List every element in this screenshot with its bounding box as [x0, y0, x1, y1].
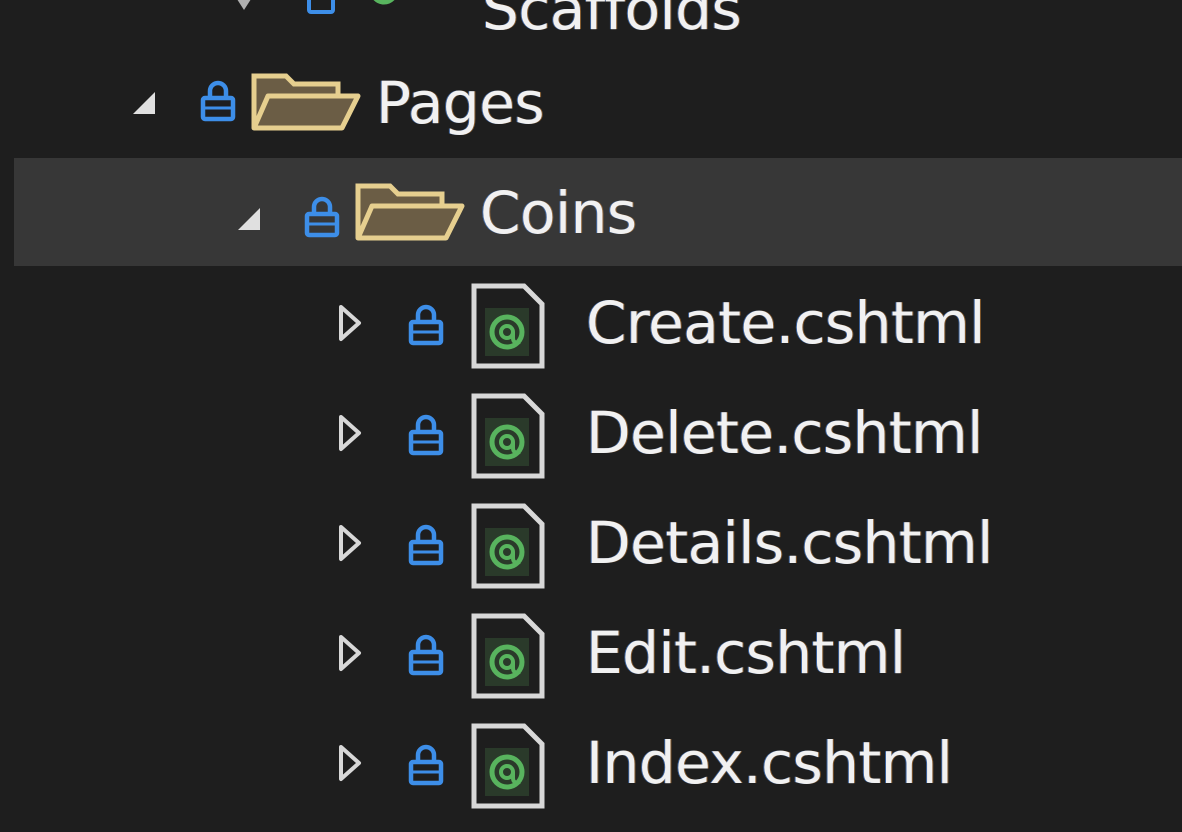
folder-open-icon: [354, 180, 466, 242]
tree-item-label: Index.cshtml: [586, 729, 953, 797]
collapsed-arrow-icon[interactable]: [337, 634, 363, 672]
razor-file-icon: [470, 612, 546, 700]
tree-item-label: Pages: [376, 69, 545, 137]
lock-icon: [306, 0, 336, 14]
lock-icon: [408, 304, 444, 346]
collapsed-arrow-icon[interactable]: [337, 524, 363, 562]
collapsed-arrow-icon[interactable]: [231, 0, 255, 16]
lock-icon: [200, 80, 236, 122]
collapsed-arrow-icon[interactable]: [337, 304, 363, 342]
folder-open-icon: [250, 70, 362, 132]
tree-item-label: Details.cshtml: [586, 509, 993, 577]
razor-file-icon: [470, 282, 546, 370]
solution-explorer-tree: Scaffolds Pages Coins Create.cshtml Dele…: [0, 0, 1182, 832]
tree-item-index-cshtml[interactable]: Index.cshtml: [14, 708, 1182, 816]
lock-icon: [408, 414, 444, 456]
tree-item-details-cshtml[interactable]: Details.cshtml: [14, 488, 1182, 596]
tree-item-label: Coins: [480, 179, 637, 247]
tree-item-label: Edit.cshtml: [586, 619, 906, 687]
scaffold-icon: [364, 0, 404, 10]
lock-icon: [304, 196, 340, 238]
tree-item-pages[interactable]: Pages: [14, 50, 1182, 158]
razor-file-icon: [470, 722, 546, 810]
collapsed-arrow-icon[interactable]: [337, 744, 363, 782]
tree-item-coins[interactable]: Coins: [14, 158, 1182, 266]
tree-item-label: Delete.cshtml: [586, 399, 983, 467]
tree-item-label: Create.cshtml: [586, 289, 985, 357]
razor-file-icon: [470, 502, 546, 590]
razor-file-icon: [470, 392, 546, 480]
tree-item-delete-cshtml[interactable]: Delete.cshtml: [14, 378, 1182, 486]
collapsed-arrow-icon[interactable]: [337, 414, 363, 452]
tree-item-label: Scaffolds: [482, 0, 742, 43]
expanded-arrow-icon[interactable]: [129, 88, 159, 118]
tree-item-edit-cshtml[interactable]: Edit.cshtml: [14, 598, 1182, 706]
tree-item-create-cshtml[interactable]: Create.cshtml: [14, 268, 1182, 376]
lock-icon: [408, 744, 444, 786]
lock-icon: [408, 634, 444, 676]
lock-icon: [408, 524, 444, 566]
tree-item-scaffolds[interactable]: Scaffolds: [14, 0, 1182, 38]
expanded-arrow-icon[interactable]: [234, 204, 264, 234]
